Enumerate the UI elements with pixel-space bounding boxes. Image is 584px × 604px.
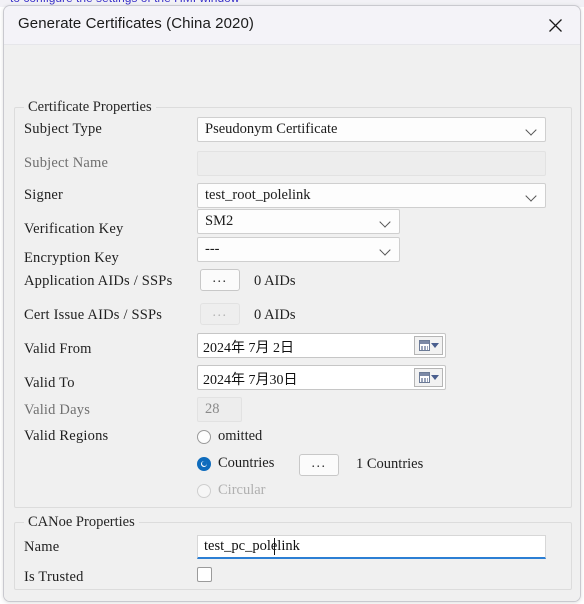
name-value: test_pc_polelink [204,538,300,554]
valid-from-label: Valid From [24,341,92,357]
valid-from-datepicker[interactable]: 2024年 7月 2日 [197,333,446,358]
cert-issue-aids-browse-button[interactable]: ... [200,303,240,325]
chevron-down-icon [381,218,391,224]
countries-browse-button[interactable]: ... [299,454,339,476]
calendar-icon [418,340,430,351]
subject-name-input[interactable] [197,151,546,176]
chevron-down-icon [381,246,391,252]
radio-omitted-icon[interactable] [197,429,211,444]
valid-from-value: 2024年 7月 2日 [203,341,294,356]
triangle-down-icon [430,375,439,380]
cert-issue-aids-label: Cert Issue AIDs / SSPs [24,307,163,323]
radio-circular-label: Circular [218,482,266,498]
valid-to-label: Valid To [24,375,75,391]
triangle-down-icon [430,343,439,348]
is-trusted-label: Is Trusted [24,569,84,585]
countries-count: 1 Countries [356,456,424,472]
dialog-title: Generate Certificates (China 2020) [18,15,255,32]
cert-issue-aids-count: 0 AIDs [254,307,296,323]
calendar-dropdown-icon[interactable] [414,368,443,387]
signer-value: test_root_polelink [205,187,311,203]
encryption-key-label: Encryption Key [24,250,120,266]
dialog-titlebar: Generate Certificates (China 2020) [4,6,580,45]
application-aids-label: Application AIDs / SSPs [24,273,173,289]
verification-key-combobox[interactable]: SM2 [197,209,400,234]
valid-to-value: 2024年 7月30日 [203,373,298,388]
close-icon[interactable] [534,8,576,42]
chevron-down-icon [527,192,537,198]
generate-certificates-dialog: Generate Certificates (China 2020) Certi… [3,5,581,602]
encryption-key-value: --- [205,241,220,257]
canoe-properties-title: CANoe Properties [24,514,139,531]
encryption-key-combobox[interactable]: --- [197,237,400,262]
valid-regions-option-circular: Circular [197,482,266,499]
is-trusted-checkbox[interactable] [197,567,212,582]
radio-circular-icon [197,483,211,498]
dialog-footer: Number of certificates 1 Generate Cancel… [4,597,580,601]
application-aids-count: 0 AIDs [254,273,296,289]
subject-type-value: Pseudonym Certificate [205,121,338,137]
valid-days-input: 28 [197,397,242,422]
chevron-down-icon [527,126,537,132]
valid-to-datepicker[interactable]: 2024年 7月30日 [197,365,446,390]
subject-type-combobox[interactable]: Pseudonym Certificate [197,117,546,142]
subject-type-label: Subject Type [24,121,103,137]
radio-omitted-label: omitted [218,428,263,444]
signer-combobox[interactable]: test_root_polelink [197,183,546,208]
calendar-icon [418,372,430,383]
valid-regions-option-omitted[interactable]: omitted [197,428,262,445]
text-caret [274,538,275,555]
application-aids-browse-button[interactable]: ... [200,269,240,291]
valid-days-value: 28 [205,401,220,417]
valid-regions-label: Valid Regions [24,428,109,444]
certificate-properties-title: Certificate Properties [24,99,156,116]
name-input[interactable]: test_pc_polelink [197,535,546,559]
signer-label: Signer [24,187,64,203]
radio-countries-label: Countries [218,455,275,471]
valid-regions-option-countries[interactable]: Countries [197,455,274,472]
calendar-dropdown-icon[interactable] [414,336,443,355]
subject-name-label: Subject Name [24,155,109,171]
name-label: Name [24,539,60,555]
verification-key-value: SM2 [205,213,234,229]
dialog-body: Certificate Properties Subject Type Pseu… [4,45,580,601]
verification-key-label: Verification Key [24,221,124,237]
valid-days-label: Valid Days [24,402,91,418]
radio-countries-icon[interactable] [197,456,211,471]
